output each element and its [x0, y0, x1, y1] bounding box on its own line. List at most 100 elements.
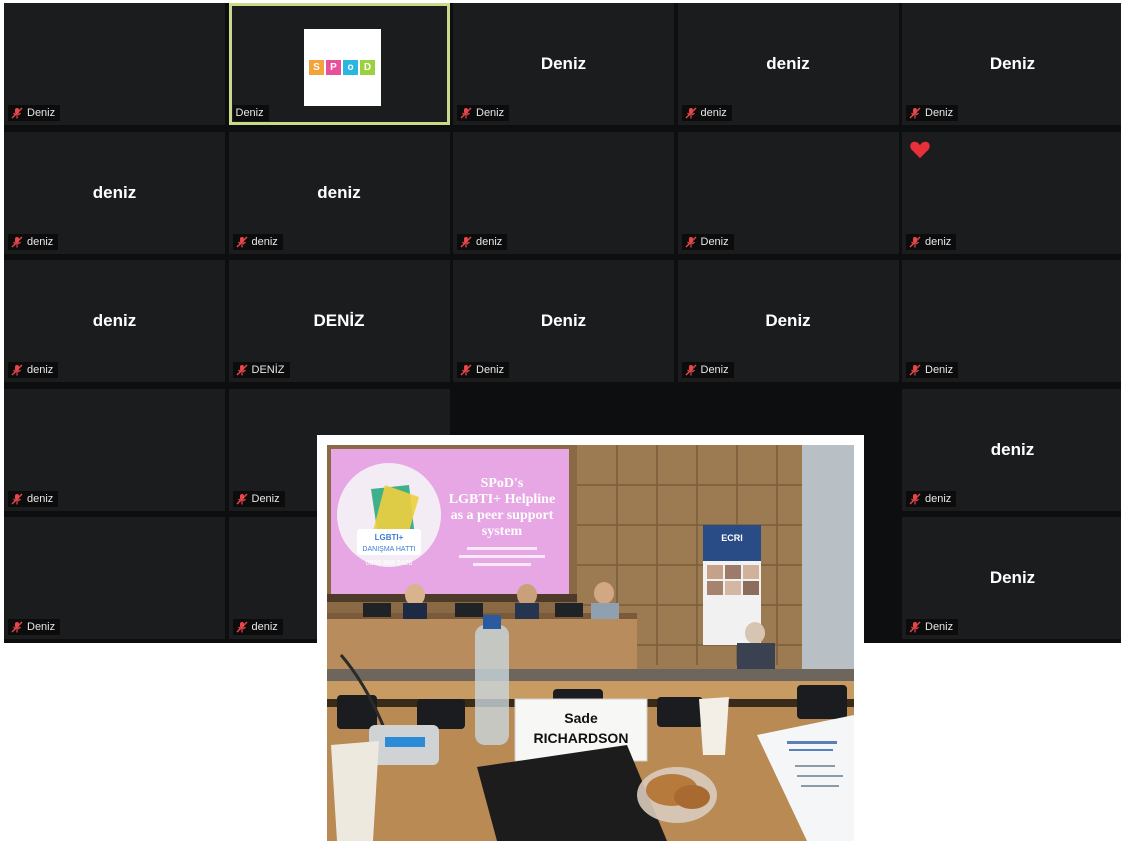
participant-display-name: DENİZ: [313, 311, 365, 330]
conference-photo-frame: LGBTI+ DANIŞMA HATTI 0850 888 5428 SPoD'…: [317, 435, 864, 841]
slide-title-line1: SPoD's: [481, 476, 524, 491]
mic-muted-icon: [909, 621, 921, 633]
mic-muted-icon: [909, 236, 921, 247]
participant-tile[interactable]: deniz deniz: [228, 131, 450, 254]
participant-name-tag: Deniz: [906, 362, 959, 378]
participant-name-tag: Deniz: [232, 105, 269, 121]
participant-name: deniz: [27, 235, 54, 248]
participant-name-tag: deniz: [457, 233, 508, 250]
participant-tile[interactable]: deniz deniz: [4, 260, 225, 382]
mic-muted-icon: [236, 621, 247, 633]
participant-display-name: Deniz: [989, 54, 1036, 73]
mic-muted-icon: [236, 493, 247, 504]
participant-name: Deniz: [476, 364, 505, 376]
mic-muted-icon: [11, 493, 23, 504]
participant-display-name: deniz: [990, 439, 1035, 459]
conference-room-illustration: LGBTI+ DANIŞMA HATTI 0850 888 5428 SPoD'…: [327, 445, 854, 841]
mic-muted-icon: [11, 621, 23, 633]
participant-name-tag: Deniz: [681, 233, 734, 250]
participant-name: Deniz: [925, 364, 954, 376]
slide-badge-line2: DANIŞMA HATTI: [362, 546, 415, 553]
participant-tile[interactable]: Deniz Deniz: [677, 260, 899, 382]
participant-tile[interactable]: Deniz Deniz: [453, 3, 674, 125]
participant-name: DENİZ: [251, 364, 285, 376]
mic-muted-icon: [685, 236, 696, 247]
participant-name-tag: Deniz: [8, 619, 61, 635]
participant-tile[interactable]: deniz deniz: [4, 131, 225, 254]
conference-photo: LGBTI+ DANIŞMA HATTI 0850 888 5428 SPoD'…: [327, 445, 854, 841]
participant-name-tag: deniz: [8, 362, 59, 378]
participant-name-tag: deniz: [681, 105, 732, 121]
participant-name: Deniz: [251, 492, 280, 505]
mic-muted-icon: [460, 107, 472, 119]
participant-tile[interactable]: S Po D Deniz: [228, 3, 450, 125]
participant-name: deniz: [925, 235, 952, 248]
mic-muted-icon: [685, 107, 696, 119]
mic-muted-icon: [11, 236, 23, 247]
mic-muted-icon: [460, 364, 472, 376]
participant-name-tag: Deniz: [906, 105, 959, 121]
participant-tile[interactable]: Deniz: [4, 517, 225, 639]
name-card-last: RICHARDSON: [534, 730, 629, 746]
participant-name-tag: Deniz: [457, 362, 510, 378]
slide-title-line2: LGBTI+ Helpline: [449, 492, 555, 507]
slide-phone: 0850 888 5428: [366, 560, 413, 567]
logo-letter: D: [360, 60, 375, 75]
participant-tile[interactable]: Deniz: [4, 3, 225, 125]
participant-tile[interactable]: Deniz Deniz: [902, 3, 1121, 125]
mic-muted-icon: [909, 107, 921, 119]
mic-muted-icon: [11, 107, 23, 119]
participant-tile[interactable]: deniz: [4, 388, 225, 511]
participant-name-tag: Deniz: [681, 362, 734, 378]
heart-reaction-icon: [910, 141, 930, 158]
mic-muted-icon: [685, 364, 696, 376]
participant-name: deniz: [476, 235, 503, 248]
banner-title: ECRI: [721, 533, 743, 543]
participant-name: Deniz: [476, 107, 505, 119]
participant-tile[interactable]: Deniz Deniz: [902, 517, 1121, 639]
mic-muted-icon: [236, 236, 247, 247]
participant-tile[interactable]: deniz deniz: [902, 388, 1121, 511]
participant-display-name: Deniz: [540, 54, 587, 73]
participant-display-name: Deniz: [540, 311, 587, 330]
participant-tile[interactable]: Deniz: [902, 260, 1121, 382]
participant-tile[interactable]: Deniz Deniz: [453, 260, 674, 382]
participant-name: deniz: [27, 364, 54, 376]
participant-name: Deniz: [925, 621, 954, 633]
participant-name: Deniz: [235, 107, 264, 119]
participant-name: Deniz: [700, 364, 729, 376]
participant-name: deniz: [251, 235, 278, 248]
participant-display-name: deniz: [92, 182, 137, 202]
participant-name: Deniz: [27, 107, 56, 119]
participant-name: deniz: [251, 621, 278, 633]
mic-muted-icon: [909, 364, 921, 376]
logo-letter: o: [343, 60, 358, 75]
participant-name-tag: Deniz: [8, 105, 61, 121]
mic-muted-icon: [460, 236, 472, 247]
participant-display-name: Deniz: [989, 568, 1036, 587]
participant-tile[interactable]: deniz: [453, 131, 674, 254]
slide-title-line3: as a peer support: [451, 508, 554, 523]
participant-tile[interactable]: deniz: [902, 131, 1121, 254]
mic-muted-icon: [11, 364, 23, 376]
participant-name: deniz: [700, 107, 727, 119]
participant-tile[interactable]: deniz deniz: [677, 3, 899, 125]
participant-name-tag: Deniz: [232, 490, 285, 507]
participant-display-name: deniz: [766, 54, 810, 73]
participant-name-tag: Deniz: [906, 619, 959, 635]
participant-tile[interactable]: Deniz: [677, 131, 899, 254]
participant-tile[interactable]: DENİZ DENİZ: [228, 260, 450, 382]
participant-name-tag: deniz: [232, 233, 283, 250]
participant-name: Deniz: [925, 107, 954, 119]
participant-name-tag: deniz: [906, 233, 957, 250]
participant-name: Deniz: [700, 235, 729, 248]
logo-letter: S: [309, 60, 324, 75]
spod-logo: SPoD: [303, 29, 381, 106]
participant-name-tag: deniz: [232, 619, 283, 635]
participant-name-tag: Deniz: [457, 105, 510, 121]
slide-title-line4: system: [482, 524, 523, 539]
participant-display-name: deniz: [92, 311, 137, 330]
participant-display-name: deniz: [317, 182, 361, 202]
slide-badge-line1: LGBTI+: [375, 533, 404, 542]
participant-name: Deniz: [27, 621, 56, 633]
